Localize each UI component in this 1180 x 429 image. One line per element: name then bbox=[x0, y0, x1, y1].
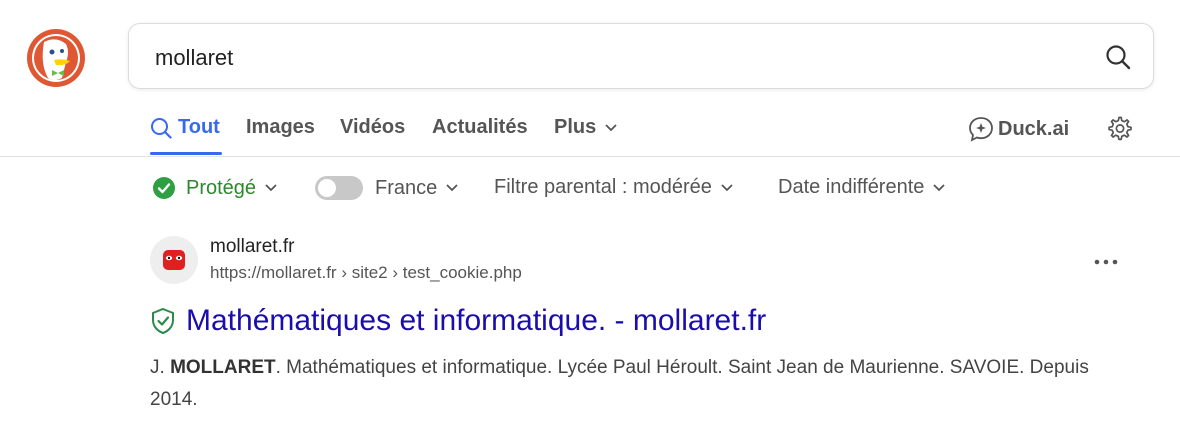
region-label: France bbox=[375, 176, 438, 199]
date-label: Date indifférente bbox=[778, 176, 925, 198]
parental-filter[interactable]: Filtre parental : modérée bbox=[494, 176, 734, 199]
tab-all[interactable]: Tout bbox=[150, 116, 220, 139]
chevron-down-icon bbox=[721, 183, 733, 191]
tab-label: Plus bbox=[554, 116, 597, 138]
check-circle-icon bbox=[153, 177, 175, 199]
chevron-down-icon bbox=[265, 184, 277, 192]
protection-filter[interactable]: Protégé bbox=[152, 176, 278, 200]
search-input[interactable] bbox=[153, 38, 1057, 78]
tab-label: Images bbox=[246, 116, 315, 138]
date-filter[interactable]: Date indifférente bbox=[778, 176, 946, 199]
duckai-label: Duck.ai bbox=[998, 117, 1070, 140]
result-title-row: Mathématiques et informatique. - mollare… bbox=[150, 304, 766, 338]
gear-icon[interactable] bbox=[1106, 116, 1132, 142]
chevron-down-icon bbox=[446, 184, 458, 192]
active-tab-indicator bbox=[150, 152, 222, 155]
tab-label: Vidéos bbox=[340, 116, 406, 138]
chevron-down-icon bbox=[933, 183, 946, 191]
search-tabs: Tout Images Vidéos Actualités Plus Duck.… bbox=[0, 100, 1180, 157]
search-icon[interactable] bbox=[1105, 44, 1131, 70]
tab-label: Actualités bbox=[432, 116, 528, 138]
tab-more[interactable]: Plus bbox=[554, 116, 618, 139]
result-title-link[interactable]: Mathématiques et informatique. - mollare… bbox=[186, 304, 766, 338]
duckduckgo-logo[interactable] bbox=[26, 28, 86, 88]
duckai-icon bbox=[969, 117, 993, 142]
tab-news[interactable]: Actualités bbox=[432, 116, 528, 139]
filter-bar: Protégé France Filtre parental : modérée… bbox=[0, 176, 1180, 204]
site-url[interactable]: https://mollaret.fr › site2 › test_cooki… bbox=[210, 263, 522, 283]
tab-videos[interactable]: Vidéos bbox=[340, 116, 405, 139]
protection-label: Protégé bbox=[186, 176, 257, 199]
search-box bbox=[128, 23, 1154, 89]
region-filter[interactable]: France bbox=[315, 176, 459, 200]
site-favicon-icon bbox=[163, 250, 185, 270]
site-favicon[interactable] bbox=[150, 236, 198, 284]
snippet-prefix: J. bbox=[150, 357, 171, 378]
more-horizontal-icon[interactable] bbox=[1092, 254, 1120, 270]
tab-images[interactable]: Images bbox=[246, 116, 315, 139]
parental-label: Filtre parental : modérée bbox=[494, 176, 712, 198]
result-snippet: J. MOLLARET. Mathématiques et informatiq… bbox=[150, 352, 1130, 416]
site-name[interactable]: mollaret.fr bbox=[210, 236, 294, 258]
snippet-highlight: MOLLARET bbox=[170, 357, 276, 378]
chevron-down-icon bbox=[605, 123, 617, 131]
shield-check-icon bbox=[152, 307, 174, 335]
snippet-text: . Mathématiques et informatique. Lycée P… bbox=[150, 357, 1089, 410]
tab-label: Tout bbox=[178, 116, 220, 138]
region-toggle[interactable] bbox=[315, 176, 363, 200]
search-icon bbox=[151, 117, 172, 139]
duckai-button[interactable]: Duck.ai bbox=[968, 116, 1069, 142]
